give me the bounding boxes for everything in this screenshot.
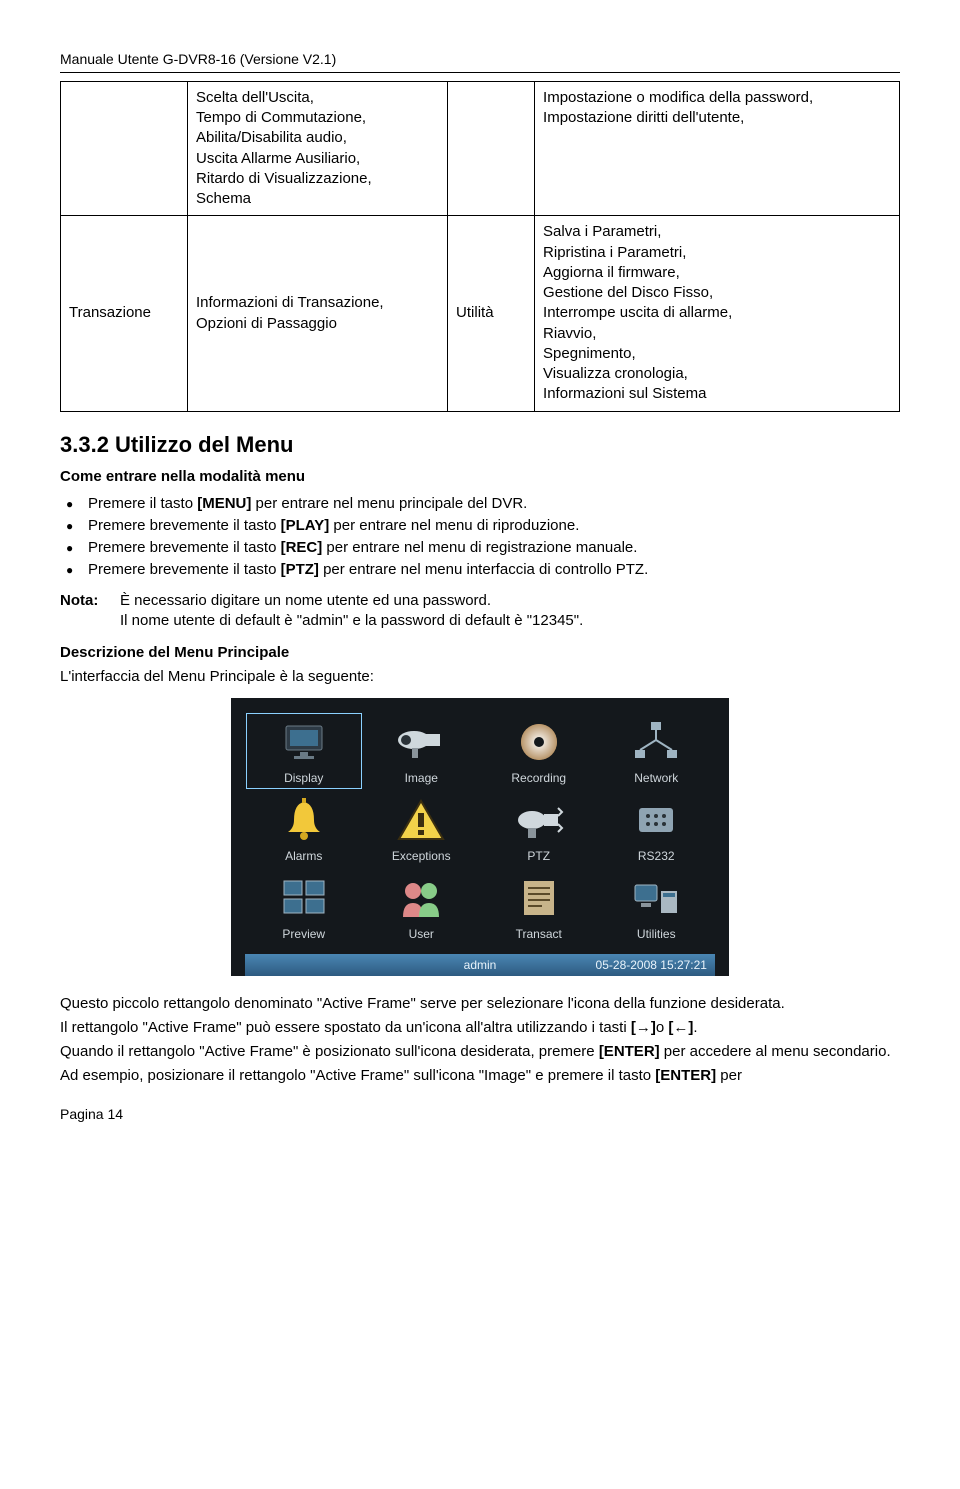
menu-item-label: Image [367,770,477,786]
menu-item-label: Alarms [249,848,359,864]
menu-item-label: Recording [484,770,594,786]
menu-item-label: Transact [484,926,594,942]
note-row: Nota: È necessario digitare un nome uten… [60,591,900,632]
menu-item-utilities[interactable]: Utilities [598,868,716,946]
bullet-item: Premere brevemente il tasto [PTZ] per en… [88,560,900,580]
note-body: È necessario digitare un nome utente ed … [120,591,900,632]
cell-r2c2: Informazioni di Transazione, Opzioni di … [188,216,448,411]
status-user: admin [404,957,555,973]
note-label: Nota: [60,591,120,632]
menu-item-label: Exceptions [367,848,477,864]
subheading-enter-menu: Come entrare nella modalità menu [60,467,900,487]
preview-icon [276,874,332,922]
menu-item-alarms[interactable]: Alarms [245,790,363,868]
para-active-frame-1: Questo piccolo rettangolo denominato "Ac… [60,994,900,1014]
network-icon [628,718,684,766]
cell-r1c2: Scelta dell'Uscita, Tempo di Commutazion… [188,81,448,216]
menu-item-label: Network [602,770,712,786]
para-active-frame-4: Ad esempio, posizionare il rettangolo "A… [60,1066,900,1086]
menu-item-label: Utilities [602,926,712,942]
cell-r1c1 [61,81,188,216]
menu-item-rs232[interactable]: RS232 [598,790,716,868]
menu-item-image[interactable]: Image [363,712,481,790]
menu-item-label: Preview [249,926,359,942]
feature-table: Scelta dell'Uscita, Tempo di Commutazion… [60,81,900,412]
para-active-frame-3: Quando il rettangolo "Active Frame" è po… [60,1042,900,1062]
dvr-main-menu-screenshot: Display Image Recording Network Alarms Except… [231,698,729,977]
status-datetime: 05-28-2008 15:27:21 [556,957,707,973]
cell-r1c4: Impostazione o modifica della password, … [535,81,900,216]
port-icon [628,796,684,844]
bullet-item: Premere brevemente il tasto [REC] per en… [88,538,900,558]
cell-r2c1: Transazione [61,216,188,411]
page-number: Pagina 14 [60,1105,900,1124]
para-active-frame-2: Il rettangolo "Active Frame" può essere … [60,1018,900,1038]
section-heading: 3.3.2 Utilizzo del Menu [60,430,900,460]
menu-item-user[interactable]: User [363,868,481,946]
menu-item-label: User [367,926,477,942]
menu-item-label: PTZ [484,848,594,864]
dvr-status-bar: admin 05-28-2008 15:27:21 [245,954,715,976]
cell-r1c3 [448,81,535,216]
user-icon [393,874,449,922]
bullet-item: Premere brevemente il tasto [PLAY] per e… [88,516,900,536]
menu-item-display[interactable]: Display [245,712,363,790]
cell-r2c4: Salva i Parametri, Ripristina i Parametr… [535,216,900,411]
menu-item-network[interactable]: Network [598,712,716,790]
menu-item-recording[interactable]: Recording [480,712,598,790]
document-header: Manuale Utente G-DVR8-16 (Versione V2.1) [60,50,900,73]
disc-icon [511,718,567,766]
utilities-icon [628,874,684,922]
bullet-list: Premere il tasto [MENU] per entrare nel … [60,494,900,581]
menu-item-preview[interactable]: Preview [245,868,363,946]
monitor-icon [276,718,332,766]
transact-icon [511,874,567,922]
ptz-icon [511,796,567,844]
menu-item-label: Display [249,770,359,786]
subheading-main-menu: Descrizione del Menu Principale [60,643,900,663]
cell-r2c3: Utilità [448,216,535,411]
menu-item-transact[interactable]: Transact [480,868,598,946]
menu-item-ptz[interactable]: PTZ [480,790,598,868]
bullet-item: Premere il tasto [MENU] per entrare nel … [88,494,900,514]
camera-icon [393,718,449,766]
warning-icon [393,796,449,844]
menu-item-exceptions[interactable]: Exceptions [363,790,481,868]
menu-item-label: RS232 [602,848,712,864]
intro-main-menu: L'interfaccia del Menu Principale è la s… [60,667,900,687]
bell-icon [276,796,332,844]
